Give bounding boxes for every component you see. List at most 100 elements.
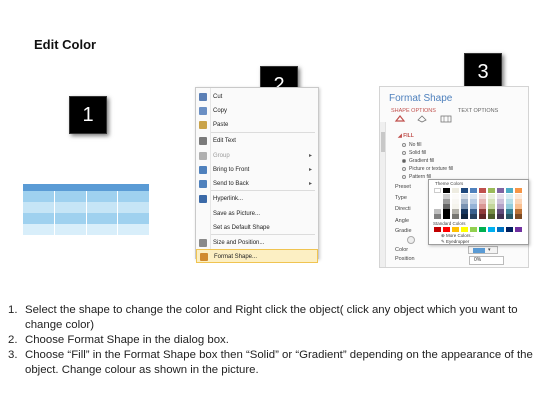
context-menu-item[interactable]: Set as Default Shape: [196, 221, 318, 235]
more-colors-label: More Colors...: [446, 233, 475, 238]
step-badge-1: 1: [69, 96, 107, 134]
theme-color-swatch[interactable]: [497, 188, 504, 193]
context-menu-item[interactable]: Size and Position...: [196, 236, 318, 250]
standard-color-swatch[interactable]: [434, 227, 441, 232]
fill-section-header[interactable]: ◢ FILL: [398, 133, 414, 139]
field-label: Gradie: [395, 228, 412, 234]
theme-color-swatch[interactable]: [461, 214, 468, 219]
standard-color-swatch[interactable]: [506, 227, 513, 232]
color-palette-popup: Theme Colors Standard Colors ⊕ More Colo…: [428, 179, 529, 245]
context-menu-item[interactable]: Save as Picture...: [196, 207, 318, 221]
fill-option-radio[interactable]: Pattern fill: [402, 174, 431, 180]
size-position-icon: [199, 239, 207, 247]
pane-scrollbar[interactable]: [380, 122, 386, 267]
theme-color-swatch[interactable]: [470, 188, 477, 193]
radio-icon: [402, 158, 406, 163]
theme-color-swatch[interactable]: [479, 214, 486, 219]
instruction-step: 1. Select the shape to change the color …: [8, 303, 548, 333]
theme-color-swatch[interactable]: [443, 188, 450, 193]
field-label: Position: [395, 256, 415, 262]
copy-icon: [199, 107, 207, 115]
context-menu-item[interactable]: Format Shape...: [196, 249, 318, 263]
fill-option-radio[interactable]: Picture or texture fill: [402, 166, 453, 172]
standard-color-swatch[interactable]: [515, 227, 522, 232]
theme-color-swatch[interactable]: [470, 214, 477, 219]
field-label: Color: [395, 247, 409, 253]
context-menu-item-label: Save as Picture...: [213, 211, 261, 217]
sample-table-shape[interactable]: [23, 184, 149, 236]
standard-color-swatch[interactable]: [470, 227, 477, 232]
standard-color-swatch[interactable]: [443, 227, 450, 232]
standard-colors-label: Standard Colors: [433, 221, 466, 226]
theme-color-swatch[interactable]: [515, 214, 522, 219]
table-row: [23, 202, 149, 213]
context-menu-item[interactable]: Send to Back ▸: [196, 177, 318, 191]
hyperlink-icon: [199, 195, 207, 203]
fill-option-radio[interactable]: Solid fill: [402, 150, 426, 156]
fill-line-icon[interactable]: [394, 115, 406, 123]
gradient-stop-button[interactable]: [407, 236, 415, 244]
eyedropper-link[interactable]: ✎ Eyedropper: [441, 239, 469, 245]
instruction-step: 2. Choose Format Shape in the dialog box…: [8, 333, 548, 348]
standard-color-swatch[interactable]: [497, 227, 504, 232]
context-menu-item-label: Format Shape...: [214, 254, 258, 260]
context-menu-item[interactable]: Bring to Front ▸: [196, 163, 318, 177]
context-menu-item[interactable]: Edit Text: [196, 134, 318, 148]
standard-color-swatch[interactable]: [452, 227, 459, 232]
standard-color-swatch[interactable]: [488, 227, 495, 232]
context-menu-item[interactable]: Hyperlink...: [196, 192, 318, 206]
context-menu-item-label: Group: [213, 153, 230, 159]
theme-color-swatch[interactable]: [488, 188, 495, 193]
context-menu-item[interactable]: Cut: [196, 90, 318, 104]
current-color-swatch: [473, 248, 485, 253]
theme-color-swatch[interactable]: [461, 188, 468, 193]
theme-color-swatch[interactable]: [479, 188, 486, 193]
fill-option-radio[interactable]: Gradient fill: [402, 158, 434, 164]
fill-option-radio[interactable]: No fill: [402, 142, 422, 148]
fill-option-label: No fill: [409, 142, 422, 148]
chevron-right-icon: ▸: [308, 167, 312, 173]
theme-color-swatch[interactable]: [452, 188, 459, 193]
step-number: 1.: [8, 304, 18, 316]
field-label: Preset: [395, 184, 411, 190]
theme-color-swatch[interactable]: [443, 214, 450, 219]
fill-option-label: Solid fill: [409, 150, 427, 156]
step-badge-1-label: 1: [82, 103, 94, 126]
step-number: 3.: [8, 349, 18, 361]
size-properties-icon[interactable]: [440, 115, 452, 123]
context-menu-item-label: Hyperlink...: [213, 196, 244, 202]
field-label: Type: [395, 195, 407, 201]
step-text: Choose Format Shape in the dialog box.: [25, 334, 229, 346]
position-input[interactable]: 0%: [469, 256, 504, 265]
standard-color-swatch[interactable]: [461, 227, 468, 232]
edit-text-icon: [199, 137, 207, 145]
theme-color-swatch[interactable]: [515, 188, 522, 193]
tab-text-options[interactable]: TEXT OPTIONS: [458, 108, 498, 114]
fill-section-label: FILL: [403, 133, 414, 139]
theme-color-swatch[interactable]: [497, 214, 504, 219]
standard-color-swatch[interactable]: [479, 227, 486, 232]
step-number: 2.: [8, 334, 18, 346]
theme-color-swatch[interactable]: [506, 188, 513, 193]
context-menu-item-label: Send to Back: [213, 181, 249, 187]
color-picker-button[interactable]: ▾: [468, 246, 498, 254]
context-menu-item[interactable]: Copy: [196, 104, 318, 118]
menu-separator: [211, 234, 315, 235]
theme-color-swatch[interactable]: [506, 214, 513, 219]
theme-color-swatch[interactable]: [434, 214, 441, 219]
field-label: Angle: [395, 218, 410, 224]
effects-icon[interactable]: [416, 115, 428, 123]
table-row: [23, 213, 149, 224]
chevron-down-icon: ▾: [488, 247, 491, 253]
theme-color-swatch[interactable]: [434, 188, 441, 193]
context-menu-item[interactable]: Paste: [196, 118, 318, 132]
step-text: Select the shape to change the color and…: [25, 304, 518, 331]
pane-scrollbar-thumb[interactable]: [381, 132, 385, 152]
context-menu: Cut Copy Paste Edit Text Group ▸ Bring to Fron…: [195, 87, 319, 263]
context-menu-item[interactable]: Group ▸: [196, 149, 318, 163]
tab-shape-options[interactable]: SHAPE OPTIONS: [391, 108, 436, 114]
theme-color-swatch[interactable]: [488, 214, 495, 219]
menu-separator: [211, 190, 315, 191]
instruction-list: 1. Select the shape to change the color …: [8, 303, 548, 378]
theme-color-swatch[interactable]: [452, 214, 459, 219]
